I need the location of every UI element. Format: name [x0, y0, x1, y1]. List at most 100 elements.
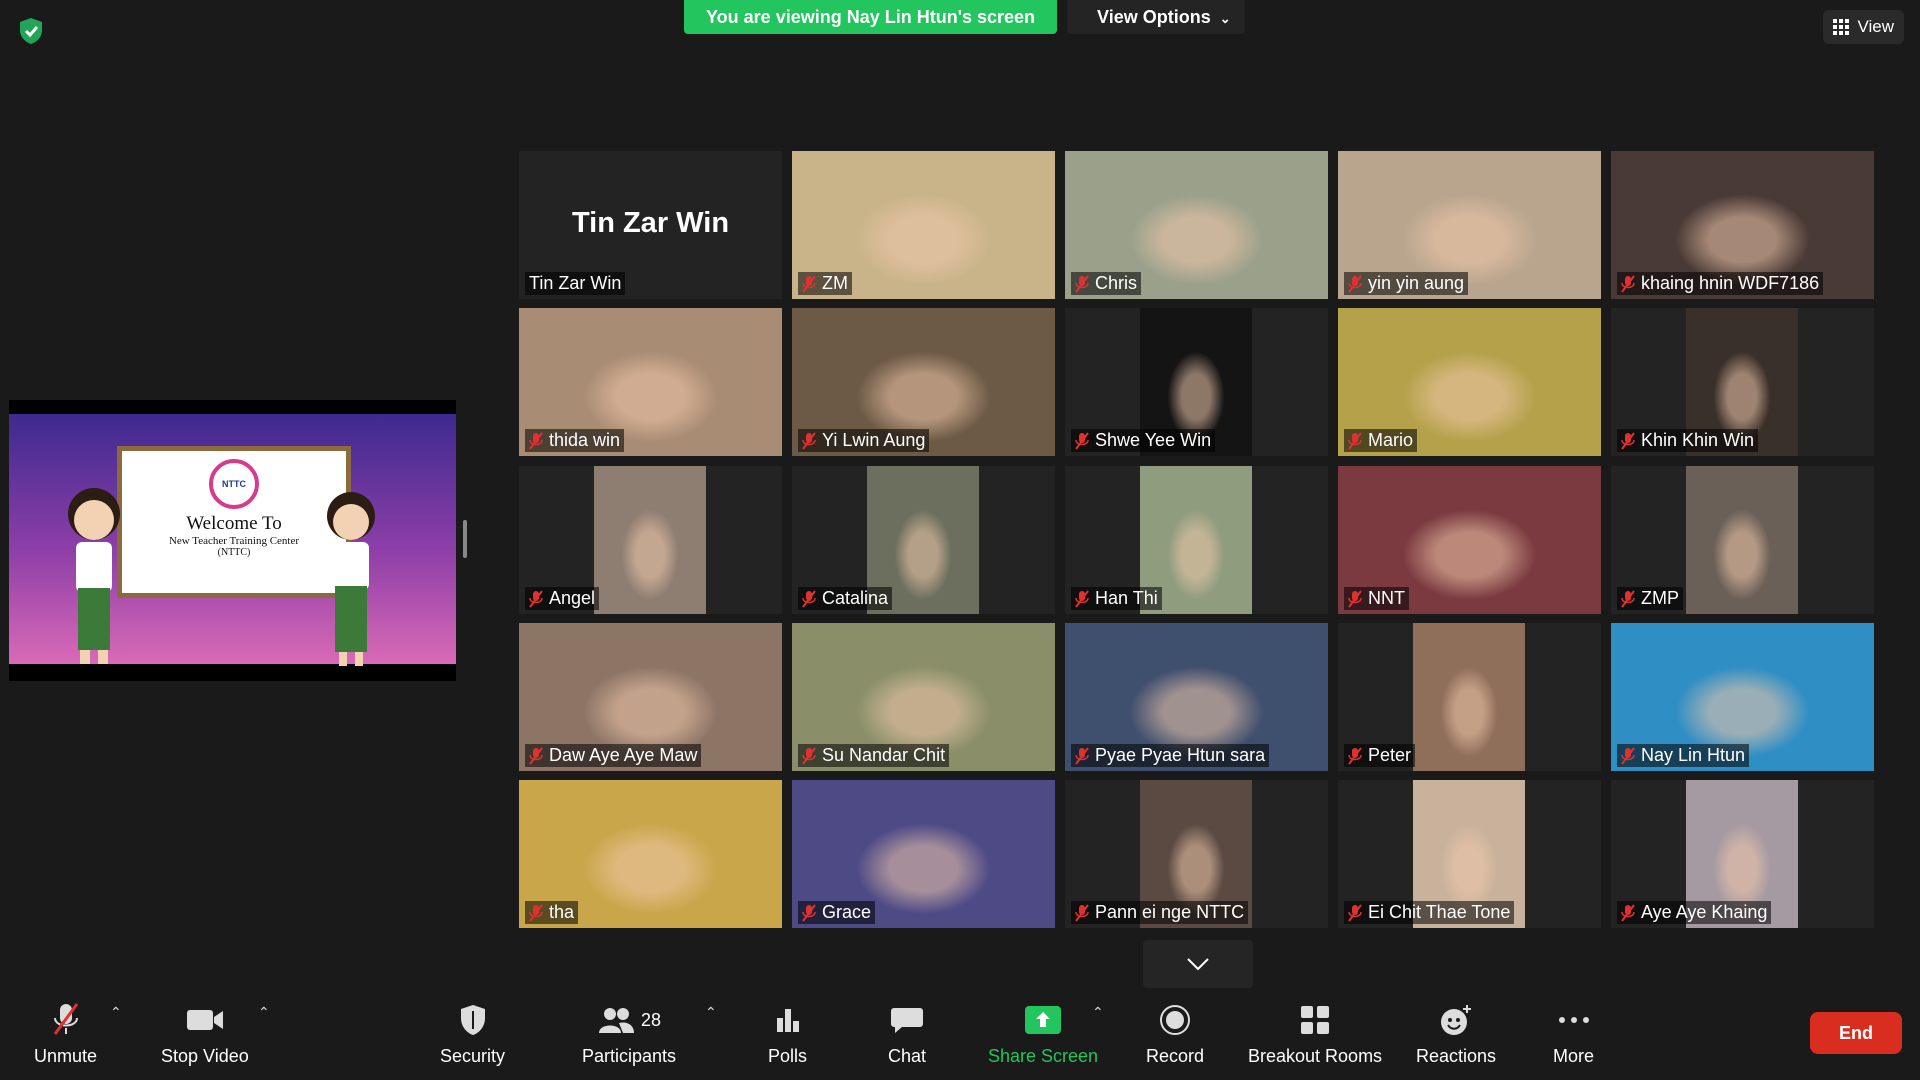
view-label: View	[1857, 17, 1894, 36]
participants-options-caret[interactable]: ⌃	[705, 1004, 717, 1021]
participant-name: Daw Aye Aye Maw	[549, 745, 698, 765]
participant-tile[interactable]: thida win	[519, 308, 782, 456]
participant-name-label: Angel	[525, 587, 600, 610]
unmute-button[interactable]: Unmute	[34, 1000, 97, 1067]
polls-button[interactable]: Polls	[768, 1000, 807, 1067]
participant-video	[1686, 466, 1798, 614]
participant-name: Shwe Yee Win	[1095, 430, 1212, 450]
participant-tile[interactable]: Grace	[792, 780, 1055, 928]
microphone-muted-icon	[1348, 274, 1362, 293]
view-options-label: View Options	[1097, 7, 1211, 27]
video-camera-icon	[186, 1010, 223, 1030]
participant-name-label: Pyae Pyae Htun sara	[1071, 744, 1270, 767]
security-label: Security	[440, 1046, 506, 1066]
microphone-muted-icon	[1348, 589, 1362, 608]
participant-video	[594, 466, 706, 614]
participant-tile[interactable]: Tin Zar Win Tin Zar Win	[519, 151, 782, 299]
view-button[interactable]: View	[1823, 10, 1904, 44]
breakout-rooms-button[interactable]: Breakout Rooms	[1248, 1000, 1382, 1067]
participant-tile[interactable]: Han Thi	[1065, 466, 1328, 614]
participant-name: khaing hnin WDF7186	[1641, 273, 1820, 293]
view-options-button[interactable]: View Options ⌄	[1067, 0, 1245, 34]
participant-name: Yi Lwin Aung	[822, 430, 926, 450]
participant-name-label: Peter	[1344, 744, 1416, 767]
audio-options-caret[interactable]: ⌃	[110, 1004, 122, 1021]
participant-name-label: Grace	[798, 901, 876, 924]
participant-tile[interactable]: Khin Khin Win	[1611, 308, 1874, 456]
participant-tile[interactable]: Angel	[519, 466, 782, 614]
boy-cartoon	[68, 488, 120, 664]
participant-tile[interactable]: ZMP	[1611, 466, 1874, 614]
participant-name-label: Chris	[1071, 272, 1142, 295]
participant-name: Mario	[1368, 430, 1414, 450]
participant-tile[interactable]: Pyae Pyae Htun sara	[1065, 623, 1328, 771]
unmute-label: Unmute	[34, 1046, 98, 1066]
participant-name: Ei Chit Thae Tone	[1368, 902, 1511, 922]
participant-tile[interactable]: khaing hnin WDF7186	[1611, 151, 1874, 299]
participant-tile[interactable]: Shwe Yee Win	[1065, 308, 1328, 456]
end-meeting-button[interactable]: End	[1810, 1012, 1902, 1054]
participant-tile[interactable]: Pann ei nge NTTC	[1065, 780, 1328, 928]
microphone-muted-icon	[1075, 746, 1089, 765]
share-options-caret[interactable]: ⌃	[1092, 1004, 1104, 1021]
reactions-button[interactable]: Reactions	[1416, 1000, 1496, 1067]
participant-tile[interactable]: Chris	[1065, 151, 1328, 299]
participant-tile[interactable]: tha	[519, 780, 782, 928]
participant-tile[interactable]: Mario	[1338, 308, 1601, 456]
chat-bubble-icon	[891, 1008, 924, 1033]
participant-tile[interactable]: Yi Lwin Aung	[792, 308, 1055, 456]
participant-tile[interactable]: Su Nandar Chit	[792, 623, 1055, 771]
participant-tile[interactable]: NNT	[1338, 466, 1601, 614]
participant-name-label: Han Thi	[1071, 587, 1162, 610]
microphone-muted-icon	[1621, 431, 1635, 450]
more-dots-icon	[1558, 1017, 1589, 1023]
participant-name-label: khaing hnin WDF7186	[1617, 272, 1824, 295]
center-abbrev-text: (NTTC)	[217, 547, 251, 558]
resize-handle[interactable]	[463, 520, 467, 558]
stop-video-button[interactable]: Stop Video	[161, 1000, 249, 1067]
more-label: More	[1553, 1046, 1595, 1066]
participant-tile[interactable]: Nay Lin Htun	[1611, 623, 1874, 771]
participant-name-label: Shwe Yee Win	[1071, 429, 1216, 452]
microphone-muted-icon	[529, 903, 543, 922]
participant-name-label: Su Nandar Chit	[798, 744, 950, 767]
screen-share-banner: You are viewing Nay Lin Htun's screen Vi…	[684, 0, 1245, 34]
microphone-muted-icon	[1075, 903, 1089, 922]
viewing-screen-label: You are viewing Nay Lin Htun's screen	[684, 0, 1058, 34]
security-button[interactable]: Security	[440, 1000, 505, 1067]
participant-tile[interactable]: Catalina	[792, 466, 1055, 614]
participant-name-label: thida win	[525, 429, 625, 452]
participant-tile[interactable]: Peter	[1338, 623, 1601, 771]
shield-check-icon[interactable]	[16, 16, 46, 46]
share-screen-button[interactable]: Share Screen	[988, 1000, 1098, 1067]
chevron-down-icon	[1187, 958, 1209, 971]
record-button[interactable]: Record	[1146, 1000, 1204, 1067]
video-options-caret[interactable]: ⌃	[258, 1004, 270, 1021]
participants-button[interactable]: 28 Participants	[582, 1000, 676, 1067]
shared-screen[interactable]: NTTC Welcome To New Teacher Training Cen…	[9, 400, 456, 681]
microphone-muted-icon	[53, 1003, 78, 1035]
next-page-button[interactable]	[1143, 940, 1253, 988]
participant-tile[interactable]: ZM	[792, 151, 1055, 299]
welcome-slide: NTTC Welcome To New Teacher Training Cen…	[9, 414, 456, 666]
participant-tile[interactable]: Daw Aye Aye Maw	[519, 623, 782, 771]
participant-name: Angel	[549, 588, 596, 608]
participant-name-label: Tin Zar Win	[525, 272, 626, 295]
microphone-muted-icon	[802, 589, 816, 608]
participant-name: Peter	[1368, 745, 1412, 765]
microphone-muted-icon	[1621, 589, 1635, 608]
chat-button[interactable]: Chat	[888, 1000, 926, 1067]
participant-tile[interactable]: Aye Aye Khaing	[1611, 780, 1874, 928]
participant-name: tha	[549, 902, 575, 922]
participant-name-label: Khin Khin Win	[1617, 429, 1759, 452]
participant-tile[interactable]: yin yin aung	[1338, 151, 1601, 299]
microphone-muted-icon	[529, 431, 543, 450]
microphone-muted-icon	[529, 589, 543, 608]
whiteboard: NTTC Welcome To New Teacher Training Cen…	[117, 446, 351, 598]
reactions-label: Reactions	[1416, 1046, 1497, 1066]
share-screen-label: Share Screen	[988, 1046, 1099, 1066]
participant-name-label: Daw Aye Aye Maw	[525, 744, 702, 767]
participant-tile[interactable]: Ei Chit Thae Tone	[1338, 780, 1601, 928]
record-label: Record	[1146, 1046, 1205, 1066]
more-button[interactable]: More	[1553, 1000, 1594, 1067]
